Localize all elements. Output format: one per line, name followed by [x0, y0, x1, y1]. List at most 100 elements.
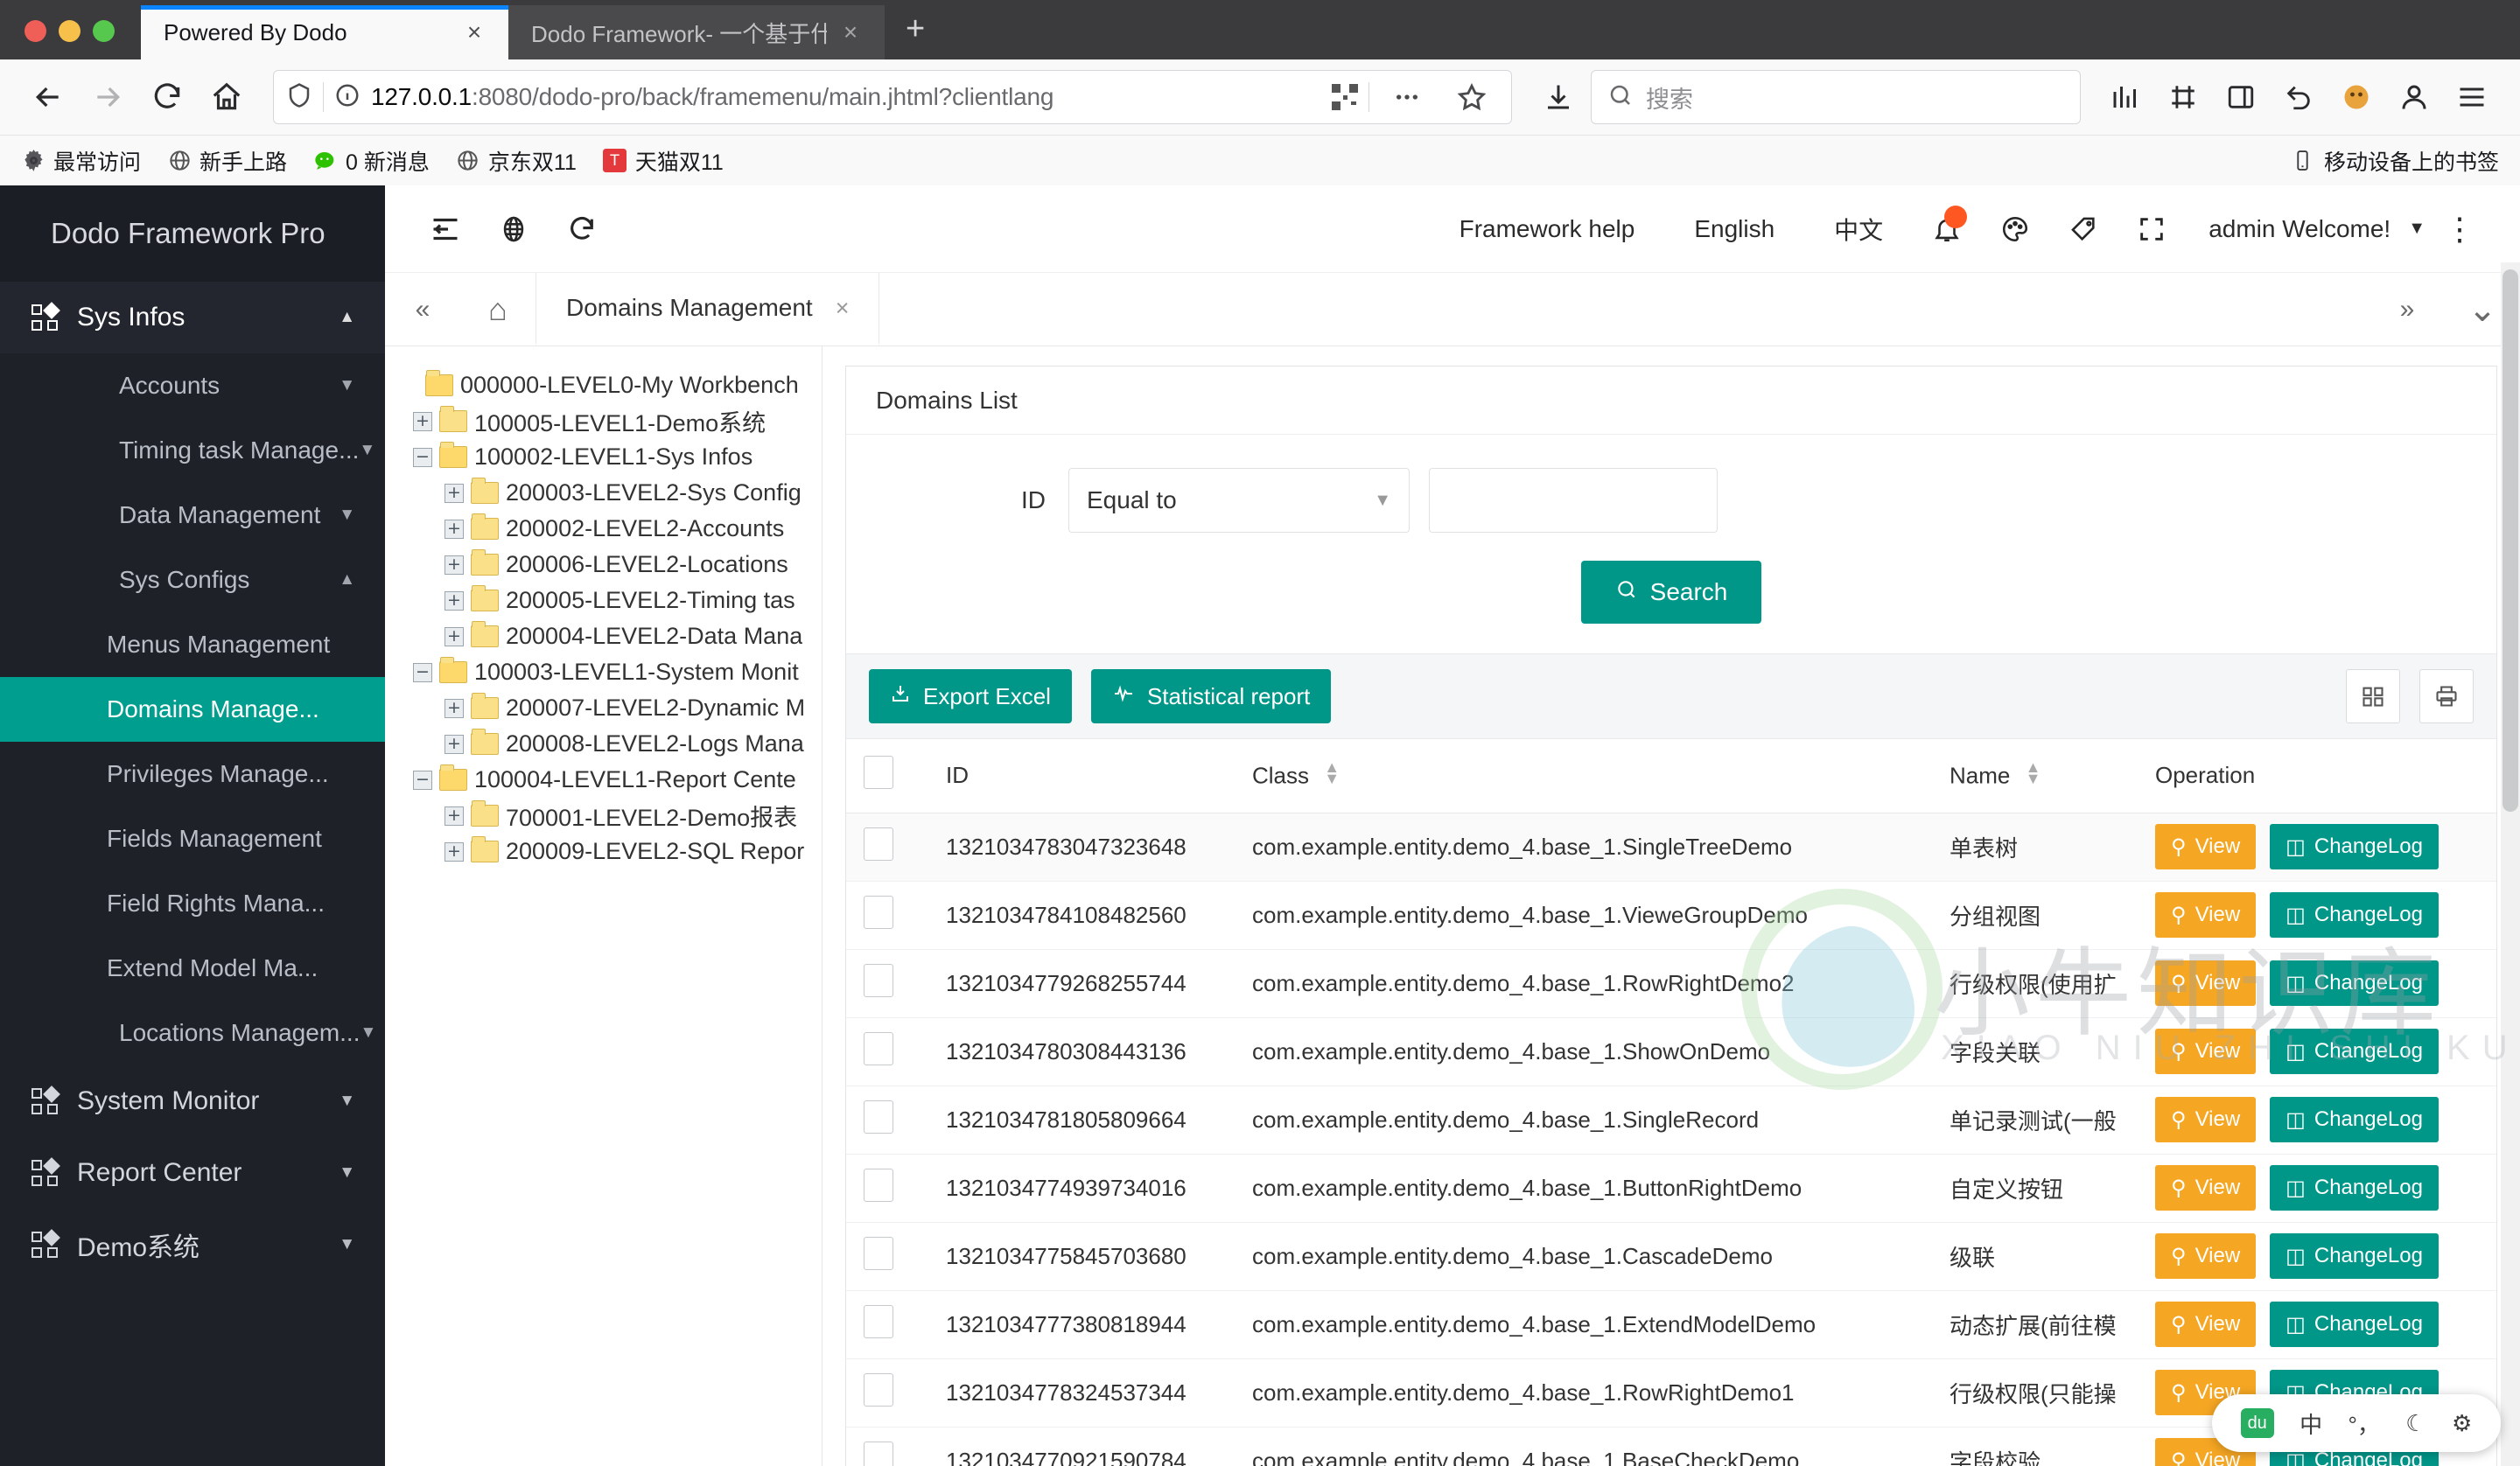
ime-punctuation-icon[interactable]: °， — [2348, 1407, 2379, 1440]
tree-node[interactable]: + 700001-LEVEL2-Demo报表 — [394, 798, 822, 834]
column-header-name[interactable]: Name ▲ ▼ — [1932, 739, 2138, 813]
new-tab-button[interactable]: + — [885, 12, 946, 59]
language-chinese-link[interactable]: 中文 — [1804, 212, 1913, 247]
view-button[interactable]: ⚲ View — [2155, 1029, 2257, 1074]
changelog-button[interactable]: ◫ ChangeLog — [2270, 1302, 2439, 1347]
tree-node[interactable]: − 100002-LEVEL1-Sys Infos — [394, 439, 822, 475]
app-menu-icon[interactable] — [2445, 70, 2499, 124]
statistical-report-button[interactable]: Statistical report — [1090, 669, 1332, 723]
row-checkbox[interactable] — [864, 895, 893, 929]
view-button[interactable]: ⚲ View — [2155, 1165, 2257, 1211]
tree-expand-icon[interactable]: + — [444, 626, 464, 646]
address-bar[interactable]: 127.0.0.1:8080/dodo-pro/back/framemenu/m… — [273, 70, 1512, 124]
ime-theme-icon[interactable]: ☾ — [2405, 1410, 2426, 1437]
sidebar-item-accounts[interactable]: Accounts ▼ — [0, 353, 385, 418]
tree-expand-icon[interactable]: + — [444, 734, 464, 754]
page-tab-domains-management[interactable]: Domains Management × — [536, 273, 880, 346]
changelog-button[interactable]: ◫ ChangeLog — [2270, 824, 2439, 869]
framework-help-link[interactable]: Framework help — [1430, 215, 1665, 243]
collapse-menu-icon[interactable] — [411, 195, 480, 263]
table-row[interactable]: 1321034780308443136 com.example.entity.d… — [846, 1017, 2496, 1086]
close-icon[interactable]: × — [459, 18, 489, 46]
sidebar-item-privileges-management[interactable]: Privileges Manage... — [0, 742, 385, 806]
qr-code-icon[interactable] — [1332, 84, 1358, 110]
fullscreen-icon[interactable] — [2118, 195, 2186, 263]
table-row[interactable]: 1321034774939734016 com.example.entity.d… — [846, 1154, 2496, 1223]
export-excel-button[interactable]: Export Excel — [869, 669, 1072, 723]
column-header-class[interactable]: Class ▲ ▼ — [1235, 739, 1932, 813]
ime-mode-label[interactable]: 中 — [2300, 1407, 2322, 1440]
sidebar-group-system-monitor[interactable]: System Monitor ▼ — [0, 1065, 385, 1137]
sidebar-item-domains-management[interactable]: Domains Manage... — [0, 677, 385, 742]
view-button[interactable]: ⚲ View — [2155, 1302, 2257, 1347]
row-checkbox[interactable] — [864, 1031, 893, 1065]
bookmark-star-icon[interactable] — [1445, 70, 1499, 124]
filter-value-input[interactable] — [1429, 468, 1718, 533]
table-row[interactable]: 1321034779268255744 com.example.entity.d… — [846, 949, 2496, 1018]
row-checkbox[interactable] — [864, 1372, 893, 1407]
bell-icon[interactable] — [1913, 195, 1981, 263]
browser-search-box[interactable]: 搜索 — [1591, 70, 2081, 124]
tree-expand-icon[interactable]: + — [444, 483, 464, 503]
tree-node[interactable]: 000000-LEVEL0-My Workbench — [394, 367, 822, 403]
language-english-link[interactable]: English — [1664, 215, 1804, 243]
screenshot-icon[interactable] — [2156, 70, 2210, 124]
sidebar-group-demo-system[interactable]: Demo系统 ▼ — [0, 1209, 385, 1281]
tree-node[interactable]: + 200008-LEVEL2-Logs Mana — [394, 726, 822, 762]
tree-collapse-icon[interactable]: − — [413, 662, 432, 682]
tree-collapse-icon[interactable]: − — [413, 447, 432, 467]
tree-node[interactable]: + 100005-LEVEL1-Demo系统 — [394, 403, 822, 439]
undo-icon[interactable] — [2272, 70, 2326, 124]
sort-icon[interactable]: ▲ ▼ — [1324, 759, 1340, 786]
row-checkbox[interactable] — [864, 1100, 893, 1134]
view-button[interactable]: ⚲ View — [2155, 960, 2257, 1006]
bookmark-item-getting-started[interactable]: 新手上路 — [167, 145, 287, 177]
browser-tab-2[interactable]: Dodo Framework- 一个基于什 × — [508, 5, 885, 59]
downloads-icon[interactable] — [1531, 70, 1586, 124]
row-checkbox[interactable] — [864, 1168, 893, 1202]
page-actions-icon[interactable] — [1380, 70, 1434, 124]
sidebar-item-sys-configs[interactable]: Sys Configs ▲ — [0, 548, 385, 612]
bookmark-item-most-visited[interactable]: 最常访问 — [21, 145, 141, 177]
page-scrollbar-thumb[interactable] — [2502, 269, 2518, 812]
close-window-button[interactable] — [24, 20, 46, 42]
tree-node[interactable]: + 200007-LEVEL2-Dynamic M — [394, 690, 822, 726]
columns-icon[interactable] — [2346, 669, 2400, 723]
ime-toolbar[interactable]: du 中 °， ☾ ⚙ — [2212, 1394, 2501, 1452]
sidebar-group-report-center[interactable]: Report Center ▼ — [0, 1137, 385, 1209]
scroll-tabs-left-icon[interactable]: « — [385, 273, 460, 346]
bookmark-item-jd[interactable]: 京东双11 — [456, 145, 577, 177]
select-all-checkbox[interactable] — [864, 756, 893, 790]
changelog-button[interactable]: ◫ ChangeLog — [2270, 1029, 2439, 1074]
container-icon[interactable] — [2329, 70, 2384, 124]
search-button[interactable]: Search — [1581, 561, 1761, 624]
sidebar-item-extend-model-management[interactable]: Extend Model Ma... — [0, 936, 385, 1001]
row-checkbox[interactable] — [864, 1441, 893, 1466]
palette-icon[interactable] — [1981, 195, 2049, 263]
sidebar-item-timing-task-management[interactable]: Timing task Manage... ▼ — [0, 418, 385, 483]
tree-expand-icon[interactable]: + — [444, 590, 464, 611]
sidebar-item-field-rights-management[interactable]: Field Rights Mana... — [0, 871, 385, 936]
tree-expand-icon[interactable]: + — [444, 806, 464, 826]
reload-icon[interactable] — [140, 70, 194, 124]
changelog-button[interactable]: ◫ ChangeLog — [2270, 1097, 2439, 1142]
tree-node[interactable]: + 200005-LEVEL2-Timing tas — [394, 583, 822, 618]
tree-expand-icon[interactable]: + — [444, 698, 464, 718]
sort-icon[interactable]: ▲ ▼ — [2026, 759, 2041, 786]
user-menu[interactable]: admin Welcome! ▼ — [2186, 215, 2426, 243]
tree-expand-icon[interactable]: + — [444, 555, 464, 575]
table-row[interactable]: 1321034777380818944 com.example.entity.d… — [846, 1290, 2496, 1359]
tree-toggle-icon[interactable] — [399, 376, 418, 395]
library-icon[interactable] — [2098, 70, 2152, 124]
table-row[interactable]: 1321034781805809664 com.example.entity.d… — [846, 1086, 2496, 1155]
row-checkbox[interactable] — [864, 1236, 893, 1270]
table-row[interactable]: 1321034783047323648 com.example.entity.d… — [846, 813, 2496, 882]
filter-operator-select[interactable]: Equal to ▼ — [1068, 468, 1410, 533]
close-icon[interactable]: × — [836, 295, 850, 322]
print-icon[interactable] — [2419, 669, 2474, 723]
account-icon[interactable] — [2387, 70, 2441, 124]
scroll-tabs-right-icon[interactable]: » — [2370, 273, 2445, 346]
tree-node[interactable]: − 100004-LEVEL1-Report Cente — [394, 762, 822, 798]
changelog-button[interactable]: ◫ ChangeLog — [2270, 1233, 2439, 1279]
sidebar-item-data-management[interactable]: Data Management ▼ — [0, 483, 385, 548]
